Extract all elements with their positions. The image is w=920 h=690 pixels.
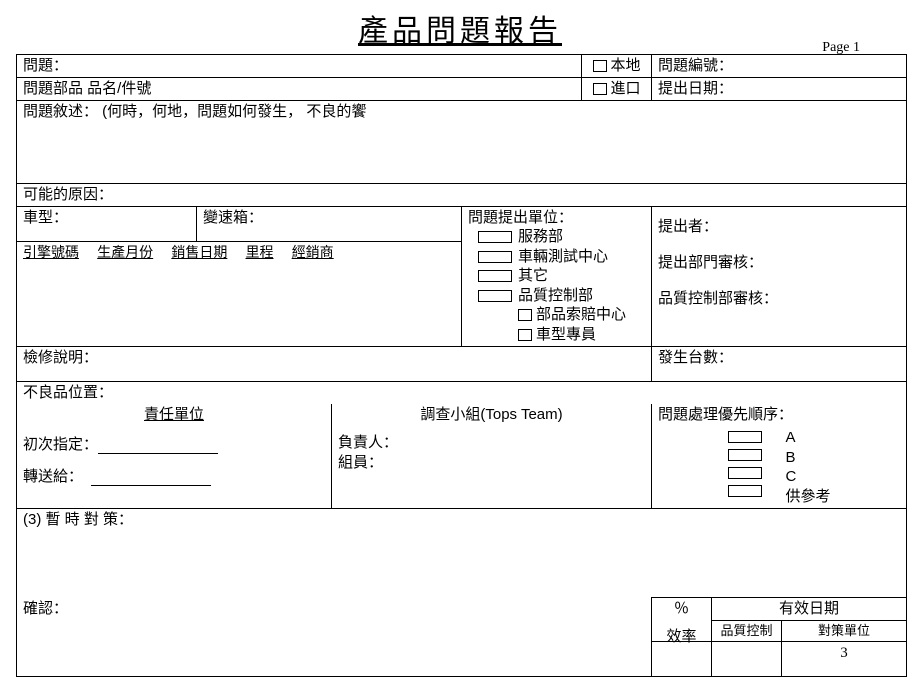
issue-label: 問題： [17, 55, 582, 78]
trans-label: 變速箱： [197, 207, 462, 242]
part-label: 問題部品 品名/件號 [17, 78, 582, 101]
unit-model-staff-check[interactable] [518, 329, 532, 341]
vehicle-columns: 引擎號碼 生產月份 銷售日期 里程 經銷商 [17, 242, 462, 347]
counter-unit-label: 對策單位 [782, 621, 907, 642]
import-cell: 進口 [582, 78, 652, 101]
occurrence-label: 發生台數： [652, 347, 907, 382]
priority-b-check[interactable] [728, 449, 762, 461]
unit-other-check[interactable] [478, 270, 512, 282]
qc-label: 品質控制 [712, 621, 782, 642]
unit-qc-check[interactable] [478, 290, 512, 302]
page-number: Page 1 [822, 40, 860, 56]
eff-date-label: 有效日期 [712, 598, 907, 621]
team-cell: 調查小組(Tops Team) 負責人： 組員： [332, 404, 652, 509]
defect-pos-label: 不良品位置： [17, 382, 907, 405]
local-checkbox[interactable] [593, 60, 607, 72]
unit-service-check[interactable] [478, 231, 512, 243]
first-assign-line[interactable] [98, 453, 218, 454]
issue-no-label: 問題編號： [652, 55, 907, 78]
footer-blank-1[interactable] [712, 641, 782, 676]
effic-cell: 效率 [652, 641, 712, 676]
local-cell: 本地 [582, 55, 652, 78]
cause-label: 可能的原因： [17, 184, 907, 207]
priority-cell: 問題處理優先順序： A B C 供參考 [652, 404, 907, 509]
forward-to-line[interactable] [91, 485, 211, 486]
footer-page-num: 3 [782, 641, 907, 676]
form-table: 問題： 本地 問題編號： 問題部品 品名/件號 進口 提出日期： 問題敘述： (… [16, 54, 907, 677]
temp-action-cell[interactable]: (3) 暫 時 對 策： [17, 509, 907, 598]
submit-date-label: 提出日期： [652, 78, 907, 101]
model-label: 車型： [17, 207, 197, 242]
reporting-unit-cell: 問題提出單位： 服務部 車輛測試中心 其它 品質控制部 部品索賠中心 車型專員 [462, 207, 652, 347]
priority-a-check[interactable] [728, 431, 762, 443]
repair-label: 檢修說明： [17, 347, 652, 382]
import-checkbox[interactable] [593, 83, 607, 95]
confirm-cell: 確認： [17, 598, 652, 677]
reviewers-cell: 提出者： 提出部門審核： 品質控制部審核： [652, 207, 907, 347]
priority-ref-check[interactable] [728, 485, 762, 497]
priority-c-check[interactable] [728, 467, 762, 479]
doc-title: 產品問題報告 [16, 0, 904, 50]
description-cell[interactable]: 問題敘述： (何時，何地，問題如何發生， 不良的饗 [17, 101, 907, 184]
unit-claim-check[interactable] [518, 309, 532, 321]
unit-test-check[interactable] [478, 251, 512, 263]
responsible-cell: 責任單位 初次指定： 轉送給： [17, 404, 332, 509]
